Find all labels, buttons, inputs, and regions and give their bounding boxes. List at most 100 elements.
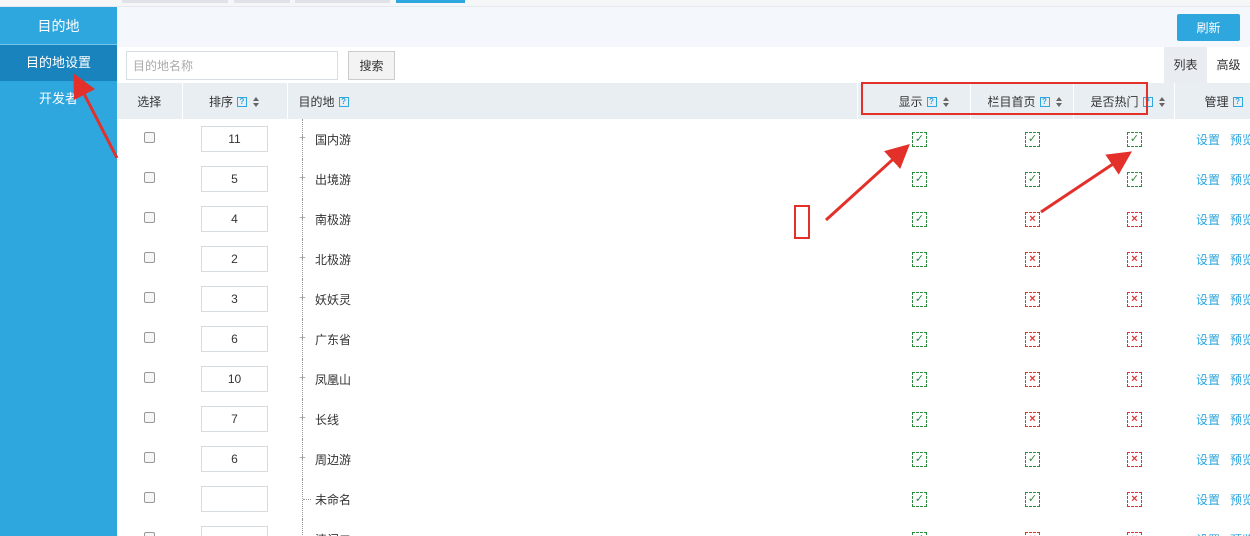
cross-icon[interactable]: × — [1025, 372, 1040, 387]
row-checkbox[interactable] — [144, 532, 155, 536]
settings-link[interactable]: 设置 — [1196, 333, 1220, 347]
settings-link[interactable]: 设置 — [1196, 253, 1220, 267]
settings-link[interactable]: 设置 — [1196, 133, 1220, 147]
cross-icon[interactable]: × — [1127, 212, 1142, 227]
search-button[interactable]: 搜索 — [348, 51, 395, 80]
expand-icon[interactable]: + — [298, 253, 307, 264]
order-input[interactable] — [201, 166, 268, 192]
tab-advanced[interactable]: 高级 — [1207, 47, 1250, 83]
help-icon[interactable]: ? — [1232, 97, 1243, 108]
help-icon[interactable]: ? — [237, 97, 247, 108]
preview-link[interactable]: 预览 — [1230, 373, 1250, 387]
expand-icon[interactable]: + — [298, 453, 307, 464]
preview-link[interactable]: 预览 — [1230, 293, 1250, 307]
preview-link[interactable]: 预览 — [1230, 493, 1250, 507]
check-icon[interactable]: ✓ — [1025, 452, 1040, 467]
tab-list[interactable]: 列表 — [1164, 47, 1207, 83]
expand-icon[interactable]: + — [298, 413, 307, 424]
expand-icon[interactable]: + — [298, 213, 307, 224]
row-checkbox[interactable] — [144, 172, 155, 183]
check-icon[interactable]: ✓ — [912, 532, 927, 536]
row-checkbox[interactable] — [144, 492, 155, 503]
cross-icon[interactable]: × — [1127, 292, 1142, 307]
cross-icon[interactable]: × — [1127, 492, 1142, 507]
preview-link[interactable]: 预览 — [1230, 413, 1250, 427]
preview-link[interactable]: 预览 — [1230, 333, 1250, 347]
order-input[interactable] — [201, 246, 268, 272]
sidebar-item-destination-settings[interactable]: 目的地设置 — [0, 45, 117, 81]
cross-icon[interactable]: × — [1127, 372, 1142, 387]
expand-icon[interactable]: + — [298, 133, 307, 144]
row-checkbox[interactable] — [144, 132, 155, 143]
order-input[interactable] — [201, 286, 268, 312]
expand-icon[interactable]: + — [298, 293, 307, 304]
sort-icon[interactable] — [1158, 97, 1166, 108]
order-input[interactable] — [201, 206, 268, 232]
check-icon[interactable]: ✓ — [912, 292, 927, 307]
cross-icon[interactable]: × — [1025, 332, 1040, 347]
header-order[interactable]: 排序? — [182, 83, 288, 119]
cross-icon[interactable]: × — [1127, 412, 1142, 427]
preview-link[interactable]: 预览 — [1230, 533, 1250, 536]
expand-icon[interactable]: + — [298, 333, 307, 344]
row-checkbox[interactable] — [144, 212, 155, 223]
cross-icon[interactable]: × — [1127, 532, 1142, 536]
search-input[interactable] — [126, 51, 338, 80]
row-checkbox[interactable] — [144, 372, 155, 383]
check-icon[interactable]: ✓ — [1127, 172, 1142, 187]
order-input[interactable] — [201, 526, 268, 536]
check-icon[interactable]: ✓ — [912, 132, 927, 147]
preview-link[interactable]: 预览 — [1230, 213, 1250, 227]
row-checkbox[interactable] — [144, 252, 155, 263]
cross-icon[interactable]: × — [1127, 452, 1142, 467]
row-checkbox[interactable] — [144, 292, 155, 303]
cross-icon[interactable]: × — [1025, 252, 1040, 267]
cross-icon[interactable]: × — [1025, 532, 1040, 536]
refresh-button[interactable]: 刷新 — [1177, 14, 1240, 41]
order-input[interactable] — [201, 486, 268, 512]
check-icon[interactable]: ✓ — [1025, 492, 1040, 507]
cross-icon[interactable]: × — [1127, 332, 1142, 347]
order-input[interactable] — [201, 326, 268, 352]
settings-link[interactable]: 设置 — [1196, 373, 1220, 387]
row-checkbox[interactable] — [144, 332, 155, 343]
check-icon[interactable]: ✓ — [912, 172, 927, 187]
check-icon[interactable]: ✓ — [912, 452, 927, 467]
settings-link[interactable]: 设置 — [1196, 453, 1220, 467]
check-icon[interactable]: ✓ — [912, 212, 927, 227]
cross-icon[interactable]: × — [1025, 292, 1040, 307]
expand-icon[interactable]: + — [298, 373, 307, 384]
check-icon[interactable]: ✓ — [912, 252, 927, 267]
settings-link[interactable]: 设置 — [1196, 173, 1220, 187]
settings-link[interactable]: 设置 — [1196, 293, 1220, 307]
cross-icon[interactable]: × — [1025, 212, 1040, 227]
check-icon[interactable]: ✓ — [1127, 132, 1142, 147]
check-icon[interactable]: ✓ — [912, 332, 927, 347]
preview-link[interactable]: 预览 — [1230, 453, 1250, 467]
settings-link[interactable]: 设置 — [1196, 493, 1220, 507]
order-input[interactable] — [201, 126, 268, 152]
check-icon[interactable]: ✓ — [912, 372, 927, 387]
row-checkbox[interactable] — [144, 412, 155, 423]
sidebar-item-developer[interactable]: 开发者 — [0, 81, 117, 117]
settings-link[interactable]: 设置 — [1196, 413, 1220, 427]
preview-link[interactable]: 预览 — [1230, 173, 1250, 187]
check-icon[interactable]: ✓ — [912, 412, 927, 427]
check-icon[interactable]: ✓ — [1025, 132, 1040, 147]
cross-icon[interactable]: × — [1127, 252, 1142, 267]
check-icon[interactable]: ✓ — [1025, 172, 1040, 187]
cross-icon[interactable]: × — [1025, 412, 1040, 427]
preview-link[interactable]: 预览 — [1230, 253, 1250, 267]
order-input[interactable] — [201, 446, 268, 472]
help-icon[interactable]: ? — [338, 97, 349, 108]
order-input[interactable] — [201, 366, 268, 392]
check-icon[interactable]: ✓ — [912, 492, 927, 507]
row-checkbox[interactable] — [144, 452, 155, 463]
settings-link[interactable]: 设置 — [1196, 213, 1220, 227]
settings-link[interactable]: 设置 — [1196, 533, 1220, 536]
expand-icon[interactable]: + — [298, 173, 307, 184]
order-input[interactable] — [201, 406, 268, 432]
top-tab-placeholder — [295, 0, 390, 3]
sort-icon[interactable] — [253, 97, 260, 108]
preview-link[interactable]: 预览 — [1230, 133, 1250, 147]
